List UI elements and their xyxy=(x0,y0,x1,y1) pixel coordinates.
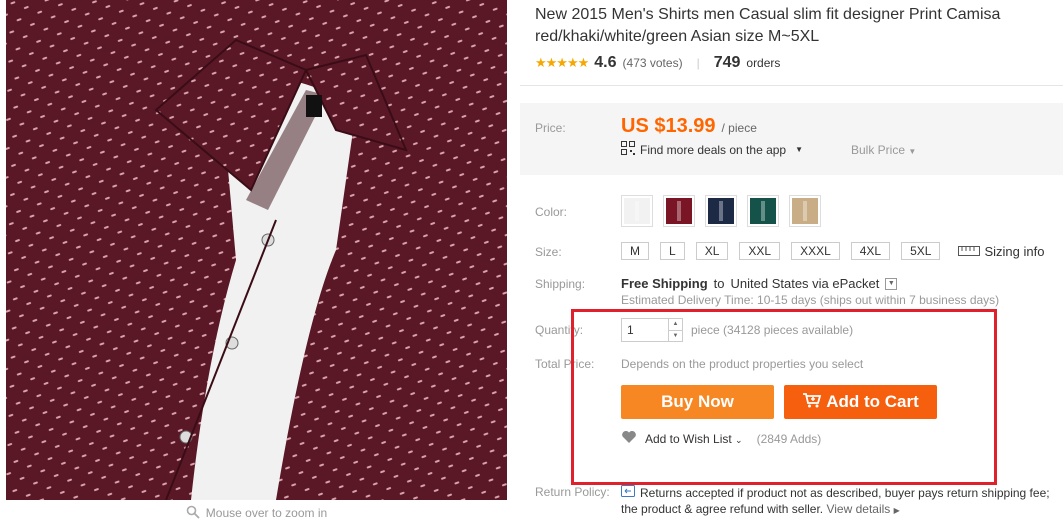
shirt-thumbnail xyxy=(708,198,734,224)
divider xyxy=(520,85,1063,86)
return-policy-text-2: the product & agree refund with seller. xyxy=(621,502,824,516)
size-options: M L XL XXL XXXL 4XL 5XL Sizing info xyxy=(621,242,1044,260)
price-box: Price: US $13.99 / piece Find more deals… xyxy=(520,103,1063,175)
delivery-estimate: Estimated Delivery Time: 10-15 days (shi… xyxy=(621,293,1000,307)
size-option-l[interactable]: L xyxy=(660,242,685,260)
app-deals-dropdown[interactable]: Find more deals on the app ▼ xyxy=(621,141,803,158)
shipping-to: to xyxy=(713,276,725,291)
shirt-thumbnail xyxy=(792,198,818,224)
color-label: Color: xyxy=(535,205,568,219)
app-deals-label: Find more deals on the app xyxy=(640,142,787,157)
color-swatch-khaki[interactable] xyxy=(789,195,821,227)
size-option-m[interactable]: M xyxy=(621,242,649,260)
color-swatch-white[interactable] xyxy=(621,195,653,227)
shirt-thumbnail xyxy=(666,198,692,224)
return-policy-text: Returns accepted if product not as descr… xyxy=(640,486,1050,500)
bulk-price-dropdown[interactable]: Bulk Price ▼ xyxy=(851,143,916,157)
price: US $13.99 / piece xyxy=(621,115,757,138)
sizing-info-label: Sizing info xyxy=(984,243,1045,259)
zoom-hint: Mouse over to zoom in xyxy=(6,500,507,526)
price-value: US $13.99 xyxy=(621,115,716,137)
zoom-hint-text: Mouse over to zoom in xyxy=(205,506,328,520)
orders-count: 749 xyxy=(713,54,741,71)
product-title: New 2015 Men's Shirts men Casual slim fi… xyxy=(535,4,1063,48)
color-swatch-navy[interactable] xyxy=(705,195,737,227)
price-label: Price: xyxy=(535,121,566,135)
shipping-destination: United States via ePacket xyxy=(730,276,880,291)
star-rating-icon: ★★★★★ xyxy=(535,55,589,70)
shipping-label: Shipping: xyxy=(535,277,586,291)
product-image[interactable] xyxy=(6,0,507,500)
size-label: Size: xyxy=(535,245,562,259)
shirt-thumbnail xyxy=(624,198,650,224)
view-details-label: View details xyxy=(826,502,891,516)
size-option-4xl[interactable]: 4XL xyxy=(850,242,891,260)
rating-row: ★★★★★ 4.6 (473 votes) | 749 orders xyxy=(535,54,780,72)
size-option-xl[interactable]: XL xyxy=(695,242,729,260)
caret-down-icon: ▼ xyxy=(795,145,804,154)
qr-code-icon xyxy=(621,141,635,158)
caret-down-icon: ▼ xyxy=(908,147,917,156)
ruler-icon xyxy=(958,244,981,259)
shirt-thumbnail xyxy=(750,198,776,224)
return-icon xyxy=(621,485,635,501)
bulk-price-label: Bulk Price xyxy=(851,143,906,157)
orders-label: orders xyxy=(746,56,781,70)
divider: | xyxy=(696,56,700,70)
size-option-xxxl[interactable]: XXXL xyxy=(791,242,840,260)
shipping-info: Free Shipping to United States via ePack… xyxy=(621,276,898,291)
color-swatch-green[interactable] xyxy=(747,195,779,227)
product-title-line1: New 2015 Men's Shirts men Casual slim fi… xyxy=(535,6,1001,23)
shipping-dropdown-icon[interactable]: ▼ xyxy=(885,277,898,290)
magnifier-icon xyxy=(186,505,200,522)
return-policy: Returns accepted if product not as descr… xyxy=(621,485,1063,519)
color-swatches xyxy=(621,195,821,227)
size-option-5xl[interactable]: 5XL xyxy=(901,242,941,260)
rating-value: 4.6 xyxy=(594,54,617,71)
free-shipping-text: Free Shipping xyxy=(621,276,708,291)
product-title-line2: red/khaki/white/green Asian size M~5XL xyxy=(535,28,820,45)
shirt-illustration xyxy=(6,0,507,500)
size-option-xxl[interactable]: XXL xyxy=(739,242,781,260)
price-unit: / piece xyxy=(721,121,757,135)
highlight-box xyxy=(571,309,997,485)
color-swatch-red[interactable] xyxy=(663,195,695,227)
votes-link[interactable]: (473 votes) xyxy=(623,56,683,70)
caret-right-icon: ▶ xyxy=(893,506,900,515)
product-gallery: Mouse over to zoom in xyxy=(6,0,507,526)
view-details-link[interactable]: View details ▶ xyxy=(826,502,899,516)
sizing-info-link[interactable]: Sizing info xyxy=(958,244,1044,259)
return-policy-label: Return Policy: xyxy=(535,485,610,499)
